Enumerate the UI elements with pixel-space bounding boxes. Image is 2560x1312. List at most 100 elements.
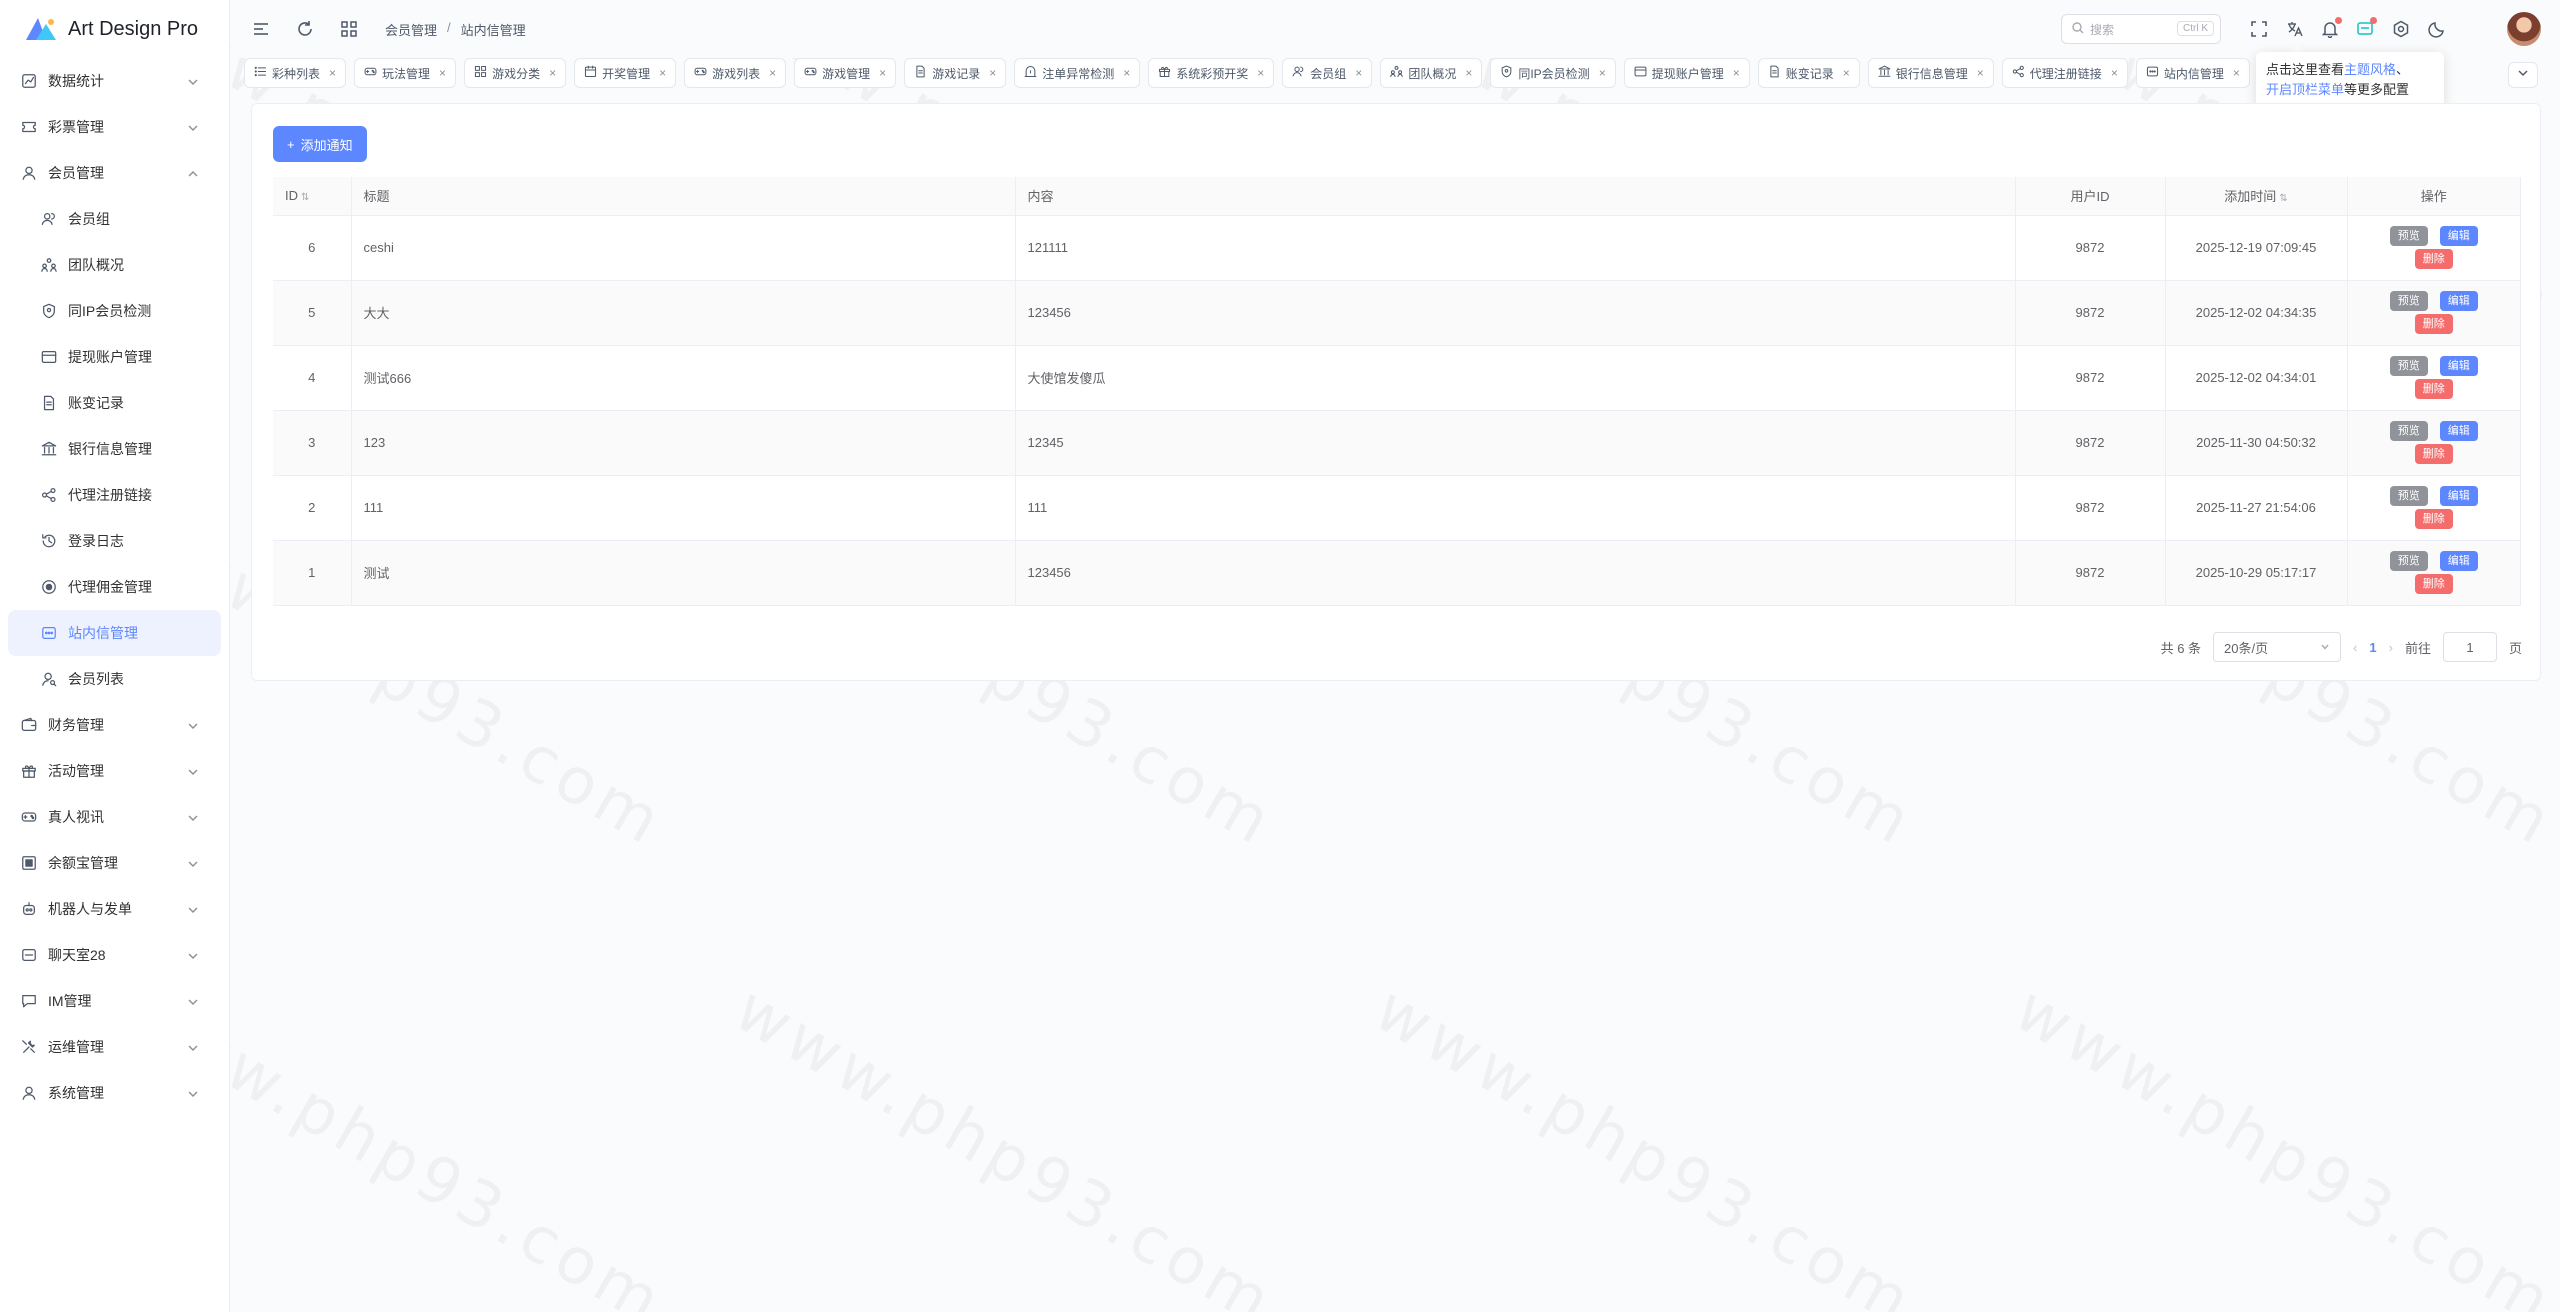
sidebar-item-16[interactable]: 真人视讯 bbox=[0, 794, 229, 840]
edit-button[interactable]: 编辑 bbox=[2439, 356, 2478, 376]
close-icon[interactable]: × bbox=[329, 66, 336, 80]
dark-mode-moon-icon[interactable] bbox=[2427, 19, 2447, 39]
edit-button[interactable]: 编辑 bbox=[2439, 421, 2478, 441]
close-icon[interactable]: × bbox=[549, 66, 556, 80]
sidebar-item-6[interactable]: 提现账户管理 bbox=[0, 334, 229, 380]
theme-style-link[interactable]: 主题风格 bbox=[2344, 62, 2396, 77]
delete-button[interactable]: 删除 bbox=[2414, 314, 2453, 334]
preview-button[interactable]: 预览 bbox=[2389, 421, 2428, 441]
tabs-more-dropdown[interactable] bbox=[2508, 62, 2538, 88]
logo[interactable]: Art Design Pro bbox=[0, 0, 229, 58]
close-icon[interactable]: × bbox=[1465, 66, 1472, 80]
tab-8[interactable]: 系统彩预开奖 × bbox=[1148, 58, 1275, 88]
user-avatar[interactable] bbox=[2507, 12, 2541, 46]
close-icon[interactable]: × bbox=[879, 66, 886, 80]
tab-15[interactable]: 代理注册链接 × bbox=[2001, 58, 2128, 88]
sidebar-item-22[interactable]: 系统管理 bbox=[0, 1070, 229, 1116]
preview-button[interactable]: 预览 bbox=[2389, 356, 2428, 376]
sidebar-item-13[interactable]: 会员列表 bbox=[0, 656, 229, 702]
apps-grid-icon[interactable] bbox=[339, 19, 359, 39]
delete-button[interactable]: 删除 bbox=[2414, 509, 2453, 529]
page-number-current[interactable]: 1 bbox=[2369, 640, 2376, 655]
close-icon[interactable]: × bbox=[989, 66, 996, 80]
sidebar-item-8[interactable]: 银行信息管理 bbox=[0, 426, 229, 472]
close-icon[interactable]: × bbox=[2111, 66, 2118, 80]
sidebar-item-15[interactable]: 活动管理 bbox=[0, 748, 229, 794]
delete-button[interactable]: 删除 bbox=[2414, 379, 2453, 399]
sidebar-item-0[interactable]: 数据统计 bbox=[0, 58, 229, 104]
preview-button[interactable]: 预览 bbox=[2389, 551, 2428, 571]
translate-icon[interactable] bbox=[2285, 19, 2305, 39]
tab-9[interactable]: 会员组 × bbox=[1282, 58, 1373, 88]
sort-icon[interactable]: ⇅ bbox=[2279, 193, 2287, 204]
sidebar-item-14[interactable]: 财务管理 bbox=[0, 702, 229, 748]
top-menu-link[interactable]: 开启顶栏菜单 bbox=[2266, 82, 2344, 97]
sidebar-item-20[interactable]: IM管理 bbox=[0, 978, 229, 1024]
edit-button[interactable]: 编辑 bbox=[2439, 291, 2478, 311]
page-size-select[interactable]: 20条/页 bbox=[2213, 632, 2342, 662]
sidebar-item-21[interactable]: 运维管理 bbox=[0, 1024, 229, 1070]
close-icon[interactable]: × bbox=[439, 66, 446, 80]
tab-1[interactable]: 玩法管理 × bbox=[354, 58, 457, 88]
sidebar-item-5[interactable]: 同IP会员检测 bbox=[0, 288, 229, 334]
tab-12[interactable]: 提现账户管理 × bbox=[1623, 58, 1750, 88]
sidebar-item-11[interactable]: 代理佣金管理 bbox=[0, 564, 229, 610]
sidebar-item-7[interactable]: 账变记录 bbox=[0, 380, 229, 426]
next-page-icon[interactable]: › bbox=[2389, 640, 2393, 655]
menu-fold-icon[interactable] bbox=[251, 19, 271, 39]
close-icon[interactable]: × bbox=[1977, 66, 1984, 80]
sort-icon[interactable]: ⇅ bbox=[301, 192, 309, 203]
sidebar-item-2[interactable]: 会员管理 bbox=[0, 150, 229, 196]
sidebar-item-10[interactable]: 登录日志 bbox=[0, 518, 229, 564]
sidebar-item-4[interactable]: 团队概况 bbox=[0, 242, 229, 288]
sidebar-item-3[interactable]: 会员组 bbox=[0, 196, 229, 242]
tab-16[interactable]: 站内信管理 × bbox=[2135, 58, 2250, 88]
tab-7[interactable]: 注单异常检测 × bbox=[1014, 58, 1141, 88]
tab-2[interactable]: 游戏分类 × bbox=[464, 58, 567, 88]
sidebar-item-9[interactable]: 代理注册链接 bbox=[0, 472, 229, 518]
delete-button[interactable]: 删除 bbox=[2414, 444, 2453, 464]
close-icon[interactable]: × bbox=[1733, 66, 1740, 80]
tab-0[interactable]: 彩种列表 × bbox=[244, 58, 347, 88]
tab-5[interactable]: 游戏管理 × bbox=[794, 58, 897, 88]
sidebar-item-1[interactable]: 彩票管理 bbox=[0, 104, 229, 150]
breadcrumb-item-parent[interactable]: 会员管理 bbox=[385, 20, 437, 39]
tab-4[interactable]: 游戏列表 × bbox=[684, 58, 787, 88]
delete-button[interactable]: 删除 bbox=[2414, 574, 2453, 594]
tab-6[interactable]: 游戏记录 × bbox=[904, 58, 1007, 88]
delete-button[interactable]: 删除 bbox=[2414, 249, 2453, 269]
edit-button[interactable]: 编辑 bbox=[2439, 226, 2478, 246]
close-icon[interactable]: × bbox=[1123, 66, 1130, 80]
goto-page-input[interactable] bbox=[2442, 632, 2497, 662]
column-header-time[interactable]: 添加时间 ⇅ bbox=[2165, 177, 2348, 216]
sidebar-item-18[interactable]: 机器人与发单 bbox=[0, 886, 229, 932]
settings-gear-icon[interactable] bbox=[2391, 19, 2411, 39]
chat-message-icon[interactable] bbox=[2355, 17, 2377, 39]
close-icon[interactable]: × bbox=[1355, 66, 1362, 80]
notification-bell-icon[interactable] bbox=[2320, 17, 2342, 39]
close-icon[interactable]: × bbox=[1843, 66, 1850, 80]
tab-14[interactable]: 银行信息管理 × bbox=[1867, 58, 1994, 88]
column-header-id[interactable]: ID ⇅ bbox=[273, 177, 352, 216]
preview-button[interactable]: 预览 bbox=[2389, 291, 2428, 311]
tab-10[interactable]: 团队概况 × bbox=[1380, 58, 1483, 88]
close-icon[interactable]: × bbox=[2233, 66, 2240, 80]
edit-button[interactable]: 编辑 bbox=[2439, 551, 2478, 571]
tab-11[interactable]: 同IP会员检测 × bbox=[1490, 58, 1616, 88]
close-icon[interactable]: × bbox=[769, 66, 776, 80]
fullscreen-icon[interactable] bbox=[2249, 19, 2269, 39]
close-icon[interactable]: × bbox=[659, 66, 666, 80]
search-input[interactable]: 搜索 Ctrl K bbox=[2061, 14, 2221, 44]
sidebar-item-12[interactable]: 站内信管理 bbox=[8, 610, 221, 656]
sidebar-item-17[interactable]: 余额宝管理 bbox=[0, 840, 229, 886]
edit-button[interactable]: 编辑 bbox=[2439, 486, 2478, 506]
add-notification-button[interactable]: + 添加通知 bbox=[273, 126, 367, 162]
preview-button[interactable]: 预览 bbox=[2389, 226, 2428, 246]
preview-button[interactable]: 预览 bbox=[2389, 486, 2428, 506]
sidebar-item-19[interactable]: 聊天室28 bbox=[0, 932, 229, 978]
refresh-icon[interactable] bbox=[295, 19, 315, 39]
tab-3[interactable]: 开奖管理 × bbox=[574, 58, 677, 88]
close-icon[interactable]: × bbox=[1599, 66, 1606, 80]
tab-13[interactable]: 账变记录 × bbox=[1757, 58, 1860, 88]
close-icon[interactable]: × bbox=[1257, 66, 1264, 80]
